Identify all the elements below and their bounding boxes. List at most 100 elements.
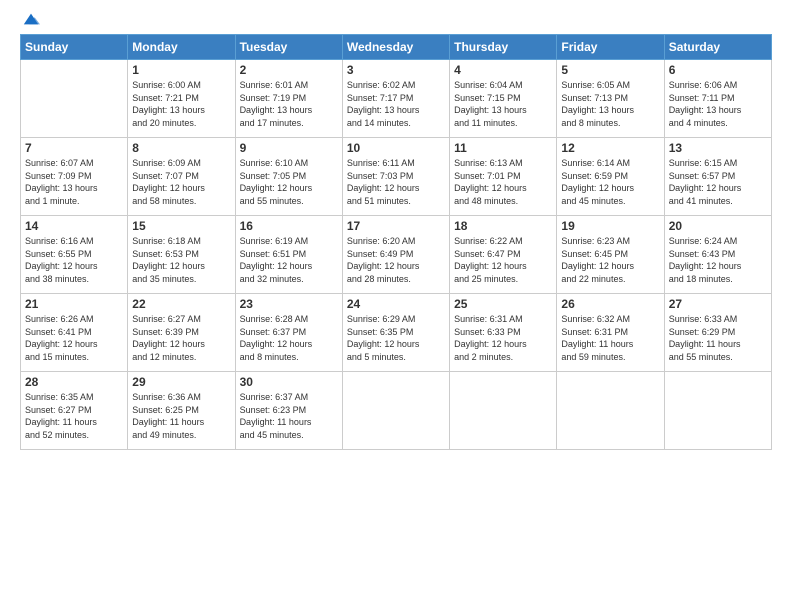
weekday-header-monday: Monday xyxy=(128,35,235,60)
day-info: Sunrise: 6:32 AM Sunset: 6:31 PM Dayligh… xyxy=(561,313,659,363)
day-info: Sunrise: 6:28 AM Sunset: 6:37 PM Dayligh… xyxy=(240,313,338,363)
day-number: 22 xyxy=(132,297,230,311)
calendar-cell: 28Sunrise: 6:35 AM Sunset: 6:27 PM Dayli… xyxy=(21,372,128,450)
day-number: 29 xyxy=(132,375,230,389)
calendar-cell: 14 Sunrise: 6:16 AM Sunset: 6:55 PM Dayli… xyxy=(21,216,128,294)
day-number: 21 xyxy=(25,297,123,311)
day-number: 23 xyxy=(240,297,338,311)
day-info: Sunrise: 6:37 AM Sunset: 6:23 PM Dayligh… xyxy=(240,391,338,441)
calendar-cell xyxy=(557,372,664,450)
logo-icon xyxy=(22,10,40,28)
day-info: Sunrise: 6:16 AM Sunset: 6:55 PM Dayligh… xyxy=(25,235,123,285)
day-number: 20 xyxy=(669,219,767,233)
calendar-week-2: 7 Sunrise: 6:07 AM Sunset: 7:09 PM Daylig… xyxy=(21,138,772,216)
day-info: Sunrise: 6:26 AM Sunset: 6:41 PM Dayligh… xyxy=(25,313,123,363)
calendar-cell: 17Sunrise: 6:20 AM Sunset: 6:49 PM Dayli… xyxy=(342,216,449,294)
header xyxy=(20,18,772,28)
day-info: Sunrise: 6:10 AM Sunset: 7:05 PM Dayligh… xyxy=(240,157,338,207)
calendar-week-3: 14 Sunrise: 6:16 AM Sunset: 6:55 PM Dayli… xyxy=(21,216,772,294)
weekday-header-saturday: Saturday xyxy=(664,35,771,60)
day-info: Sunrise: 6:33 AM Sunset: 6:29 PM Dayligh… xyxy=(669,313,767,363)
weekday-header-sunday: Sunday xyxy=(21,35,128,60)
calendar-cell: 8Sunrise: 6:09 AM Sunset: 7:07 PM Daylig… xyxy=(128,138,235,216)
day-info: Sunrise: 6:23 AM Sunset: 6:45 PM Dayligh… xyxy=(561,235,659,285)
calendar-week-4: 21 Sunrise: 6:26 AM Sunset: 6:41 PM Dayli… xyxy=(21,294,772,372)
calendar-cell: 20Sunrise: 6:24 AM Sunset: 6:43 PM Dayli… xyxy=(664,216,771,294)
day-info: Sunrise: 6:11 AM Sunset: 7:03 PM Dayligh… xyxy=(347,157,445,207)
day-number: 16 xyxy=(240,219,338,233)
weekday-row: SundayMondayTuesdayWednesdayThursdayFrid… xyxy=(21,35,772,60)
weekday-header-tuesday: Tuesday xyxy=(235,35,342,60)
day-info: Sunrise: 6:19 AM Sunset: 6:51 PM Dayligh… xyxy=(240,235,338,285)
day-info: Sunrise: 6:00 AM Sunset: 7:21 PM Dayligh… xyxy=(132,79,230,129)
calendar-header: SundayMondayTuesdayWednesdayThursdayFrid… xyxy=(21,35,772,60)
calendar-cell: 1Sunrise: 6:00 AM Sunset: 7:21 PM Daylig… xyxy=(128,60,235,138)
day-info: Sunrise: 6:07 AM Sunset: 7:09 PM Dayligh… xyxy=(25,157,123,207)
calendar-cell: 12 Sunrise: 6:14 AM Sunset: 6:59 PM Dayli… xyxy=(557,138,664,216)
day-number: 2 xyxy=(240,63,338,77)
calendar-cell: 21 Sunrise: 6:26 AM Sunset: 6:41 PM Dayli… xyxy=(21,294,128,372)
day-number: 7 xyxy=(25,141,123,155)
calendar-cell: 9 Sunrise: 6:10 AM Sunset: 7:05 PM Daylig… xyxy=(235,138,342,216)
calendar-cell: 24Sunrise: 6:29 AM Sunset: 6:35 PM Dayli… xyxy=(342,294,449,372)
day-number: 17 xyxy=(347,219,445,233)
calendar-cell xyxy=(21,60,128,138)
day-number: 27 xyxy=(669,297,767,311)
calendar-cell: 18 Sunrise: 6:22 AM Sunset: 6:47 PM Dayli… xyxy=(450,216,557,294)
calendar-cell: 16 Sunrise: 6:19 AM Sunset: 6:51 PM Dayli… xyxy=(235,216,342,294)
day-info: Sunrise: 6:01 AM Sunset: 7:19 PM Dayligh… xyxy=(240,79,338,129)
calendar-cell: 15 Sunrise: 6:18 AM Sunset: 6:53 PM Dayli… xyxy=(128,216,235,294)
calendar-cell: 27 Sunrise: 6:33 AM Sunset: 6:29 PM Dayli… xyxy=(664,294,771,372)
day-number: 11 xyxy=(454,141,552,155)
weekday-header-wednesday: Wednesday xyxy=(342,35,449,60)
calendar-cell: 29Sunrise: 6:36 AM Sunset: 6:25 PM Dayli… xyxy=(128,372,235,450)
day-number: 4 xyxy=(454,63,552,77)
day-info: Sunrise: 6:05 AM Sunset: 7:13 PM Dayligh… xyxy=(561,79,659,129)
logo-text xyxy=(20,18,40,28)
logo xyxy=(20,18,40,28)
calendar-cell: 23 Sunrise: 6:28 AM Sunset: 6:37 PM Dayli… xyxy=(235,294,342,372)
weekday-header-thursday: Thursday xyxy=(450,35,557,60)
calendar-cell xyxy=(342,372,449,450)
calendar-cell xyxy=(450,372,557,450)
calendar-cell: 26Sunrise: 6:32 AM Sunset: 6:31 PM Dayli… xyxy=(557,294,664,372)
day-number: 15 xyxy=(132,219,230,233)
day-info: Sunrise: 6:31 AM Sunset: 6:33 PM Dayligh… xyxy=(454,313,552,363)
calendar: SundayMondayTuesdayWednesdayThursdayFrid… xyxy=(20,34,772,450)
calendar-week-1: 1Sunrise: 6:00 AM Sunset: 7:21 PM Daylig… xyxy=(21,60,772,138)
weekday-header-friday: Friday xyxy=(557,35,664,60)
day-info: Sunrise: 6:15 AM Sunset: 6:57 PM Dayligh… xyxy=(669,157,767,207)
day-info: Sunrise: 6:02 AM Sunset: 7:17 PM Dayligh… xyxy=(347,79,445,129)
day-info: Sunrise: 6:27 AM Sunset: 6:39 PM Dayligh… xyxy=(132,313,230,363)
calendar-cell: 4 Sunrise: 6:04 AM Sunset: 7:15 PM Daylig… xyxy=(450,60,557,138)
day-number: 24 xyxy=(347,297,445,311)
day-number: 14 xyxy=(25,219,123,233)
day-info: Sunrise: 6:35 AM Sunset: 6:27 PM Dayligh… xyxy=(25,391,123,441)
calendar-cell xyxy=(664,372,771,450)
day-number: 10 xyxy=(347,141,445,155)
day-number: 18 xyxy=(454,219,552,233)
day-number: 9 xyxy=(240,141,338,155)
calendar-cell: 11Sunrise: 6:13 AM Sunset: 7:01 PM Dayli… xyxy=(450,138,557,216)
calendar-cell: 22 Sunrise: 6:27 AM Sunset: 6:39 PM Dayli… xyxy=(128,294,235,372)
calendar-cell: 10 Sunrise: 6:11 AM Sunset: 7:03 PM Dayli… xyxy=(342,138,449,216)
day-number: 13 xyxy=(669,141,767,155)
calendar-cell: 2 Sunrise: 6:01 AM Sunset: 7:19 PM Daylig… xyxy=(235,60,342,138)
day-info: Sunrise: 6:14 AM Sunset: 6:59 PM Dayligh… xyxy=(561,157,659,207)
day-number: 25 xyxy=(454,297,552,311)
calendar-cell: 13 Sunrise: 6:15 AM Sunset: 6:57 PM Dayli… xyxy=(664,138,771,216)
day-number: 12 xyxy=(561,141,659,155)
day-number: 6 xyxy=(669,63,767,77)
calendar-cell: 30 Sunrise: 6:37 AM Sunset: 6:23 PM Dayli… xyxy=(235,372,342,450)
day-number: 3 xyxy=(347,63,445,77)
day-info: Sunrise: 6:04 AM Sunset: 7:15 PM Dayligh… xyxy=(454,79,552,129)
calendar-body: 1Sunrise: 6:00 AM Sunset: 7:21 PM Daylig… xyxy=(21,60,772,450)
day-number: 19 xyxy=(561,219,659,233)
day-number: 5 xyxy=(561,63,659,77)
day-info: Sunrise: 6:18 AM Sunset: 6:53 PM Dayligh… xyxy=(132,235,230,285)
day-info: Sunrise: 6:22 AM Sunset: 6:47 PM Dayligh… xyxy=(454,235,552,285)
calendar-cell: 3 Sunrise: 6:02 AM Sunset: 7:17 PM Daylig… xyxy=(342,60,449,138)
calendar-week-5: 28Sunrise: 6:35 AM Sunset: 6:27 PM Dayli… xyxy=(21,372,772,450)
calendar-cell: 6Sunrise: 6:06 AM Sunset: 7:11 PM Daylig… xyxy=(664,60,771,138)
day-number: 30 xyxy=(240,375,338,389)
